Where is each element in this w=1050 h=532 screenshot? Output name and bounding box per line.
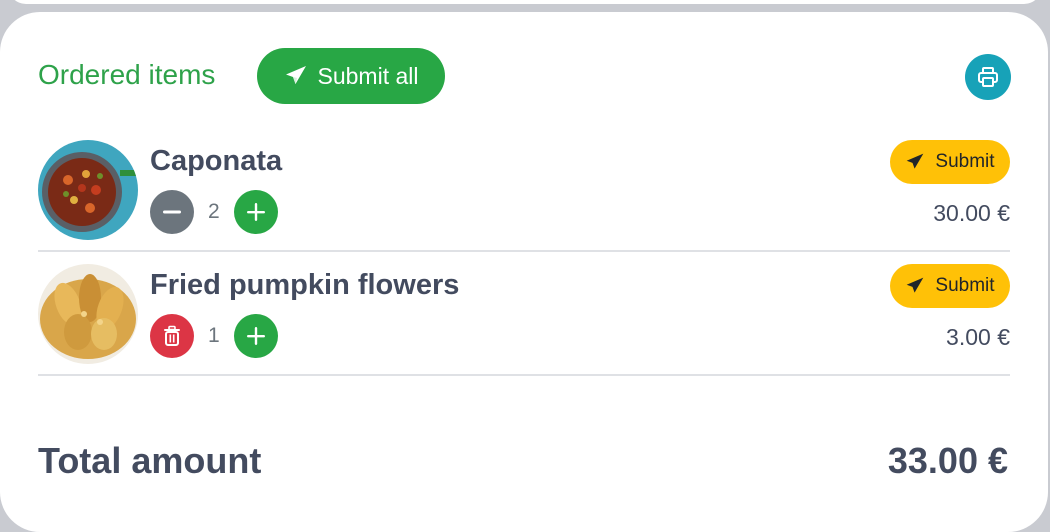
increase-quantity-button[interactable]: [233, 190, 278, 234]
ordered-items-title: Ordered items: [38, 59, 216, 90]
delete-item-button[interactable]: [150, 314, 194, 358]
order-item: Caponata 2 Submit 30.00 €: [38, 138, 1010, 252]
paper-plane-icon: [285, 66, 306, 84]
printer-icon: [978, 67, 998, 87]
quantity-value: 1: [208, 324, 220, 347]
item-submit-button[interactable]: Submit: [890, 140, 1010, 184]
item-name: Caponata: [150, 145, 283, 177]
trash-icon: [164, 325, 180, 346]
paper-plane-icon: [907, 277, 924, 293]
item-image-caponata: [38, 140, 138, 240]
quantity-stepper: 1: [150, 314, 278, 358]
plus-icon: [246, 327, 265, 345]
item-price: 30.00 €: [933, 200, 1010, 226]
minus-icon: [163, 210, 181, 214]
submit-all-label: Submit all: [317, 62, 419, 89]
decrease-quantity-button[interactable]: [150, 190, 194, 234]
increase-quantity-button[interactable]: [233, 314, 278, 358]
plus-icon: [246, 203, 265, 221]
item-name: Fried pumpkin flowers: [150, 269, 460, 301]
paper-plane-icon: [907, 153, 924, 169]
item-image-fried-pumpkin-flowers: [38, 264, 138, 364]
quantity-value: 2: [208, 200, 220, 223]
item-submit-label: Submit: [935, 151, 995, 172]
total-amount-label: Total amount: [38, 440, 262, 481]
previous-card-edge: [8, 0, 1042, 4]
total-amount-value: 33.00 €: [887, 440, 1008, 481]
order-card: Ordered items Submit all Caponata 2 Subm…: [0, 12, 1048, 532]
item-submit-label: Submit: [935, 275, 995, 296]
quantity-stepper: 2: [150, 190, 278, 234]
item-price: 3.00 €: [946, 324, 1010, 350]
item-submit-button[interactable]: Submit: [890, 264, 1010, 308]
print-button[interactable]: [965, 54, 1011, 100]
order-item: Fried pumpkin flowers 1 Submit 3.00 €: [38, 262, 1010, 376]
submit-all-button[interactable]: Submit all: [257, 48, 445, 104]
